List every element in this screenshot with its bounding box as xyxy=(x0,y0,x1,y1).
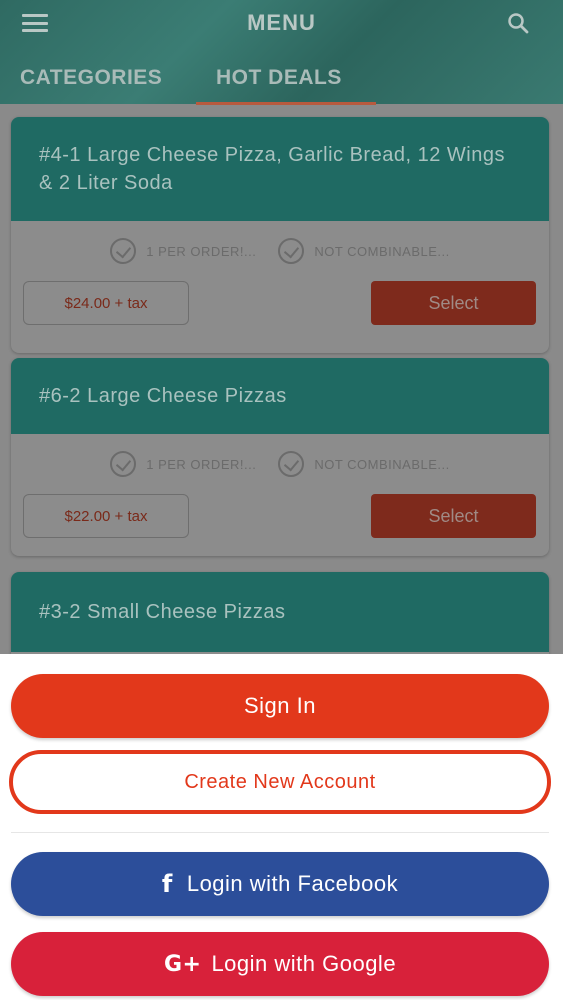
facebook-login-button[interactable]: f Login with Facebook xyxy=(11,852,549,916)
badge-not-combinable: NOT COMBINABLE... xyxy=(278,451,449,477)
badge-label: NOT COMBINABLE... xyxy=(314,243,450,259)
badge-label: 1 PER ORDER!... xyxy=(146,456,257,472)
select-button[interactable]: Select xyxy=(371,281,536,325)
sign-in-button[interactable]: Sign In xyxy=(11,674,549,738)
tab-categories[interactable]: CATEGORIES xyxy=(20,66,162,90)
badge-one-per-order: 1 PER ORDER!... xyxy=(110,451,256,477)
badge-label: 1 PER ORDER!... xyxy=(146,243,257,259)
badge-one-per-order: 1 PER ORDER!... xyxy=(110,238,256,264)
deal-actions: $24.00 + tax Select xyxy=(11,281,549,345)
deal-card: #6-2 Large Cheese Pizzas 1 PER ORDER!...… xyxy=(11,358,549,556)
facebook-login-label: Login with Facebook xyxy=(186,871,399,896)
deal-title[interactable]: #6-2 Large Cheese Pizzas xyxy=(11,358,549,434)
search-icon[interactable] xyxy=(507,12,529,34)
google-plus-icon: G+ xyxy=(163,951,202,977)
google-login-button[interactable]: G+ Login with Google xyxy=(11,932,549,996)
facebook-icon: f xyxy=(161,870,173,898)
tab-bar: CATEGORIES HOT DEALS xyxy=(0,60,563,104)
deal-title[interactable]: #4-1 Large Cheese Pizza, Garlic Bread, 1… xyxy=(11,117,549,221)
app-header: MENU CATEGORIES HOT DEALS xyxy=(0,0,563,104)
check-circle-icon xyxy=(278,238,305,264)
badge-not-combinable: NOT COMBINABLE... xyxy=(278,238,449,264)
deal-badges: 1 PER ORDER!... NOT COMBINABLE... xyxy=(11,434,549,494)
check-circle-icon xyxy=(110,451,137,477)
tab-hot-deals[interactable]: HOT DEALS xyxy=(216,66,342,90)
page-title: MENU xyxy=(247,10,316,35)
divider xyxy=(11,832,549,833)
deal-title[interactable]: #3-2 Small Cheese Pizzas xyxy=(11,572,549,652)
check-circle-icon xyxy=(110,238,137,264)
create-account-button[interactable]: Create New Account xyxy=(9,750,551,814)
deal-badges: 1 PER ORDER!... NOT COMBINABLE... xyxy=(11,221,549,281)
select-button[interactable]: Select xyxy=(371,494,536,538)
price-tag: $24.00 + tax xyxy=(23,281,189,325)
login-sheet: Sign In Create New Account f Login with … xyxy=(0,654,563,1000)
deal-card: #4-1 Large Cheese Pizza, Garlic Bread, 1… xyxy=(11,117,549,353)
check-circle-icon xyxy=(278,451,305,477)
google-login-label: Login with Google xyxy=(211,951,397,976)
active-tab-indicator xyxy=(196,102,376,105)
price-tag: $22.00 + tax xyxy=(23,494,189,538)
deal-actions: $22.00 + tax Select xyxy=(11,494,549,556)
badge-label: NOT COMBINABLE... xyxy=(314,456,450,472)
